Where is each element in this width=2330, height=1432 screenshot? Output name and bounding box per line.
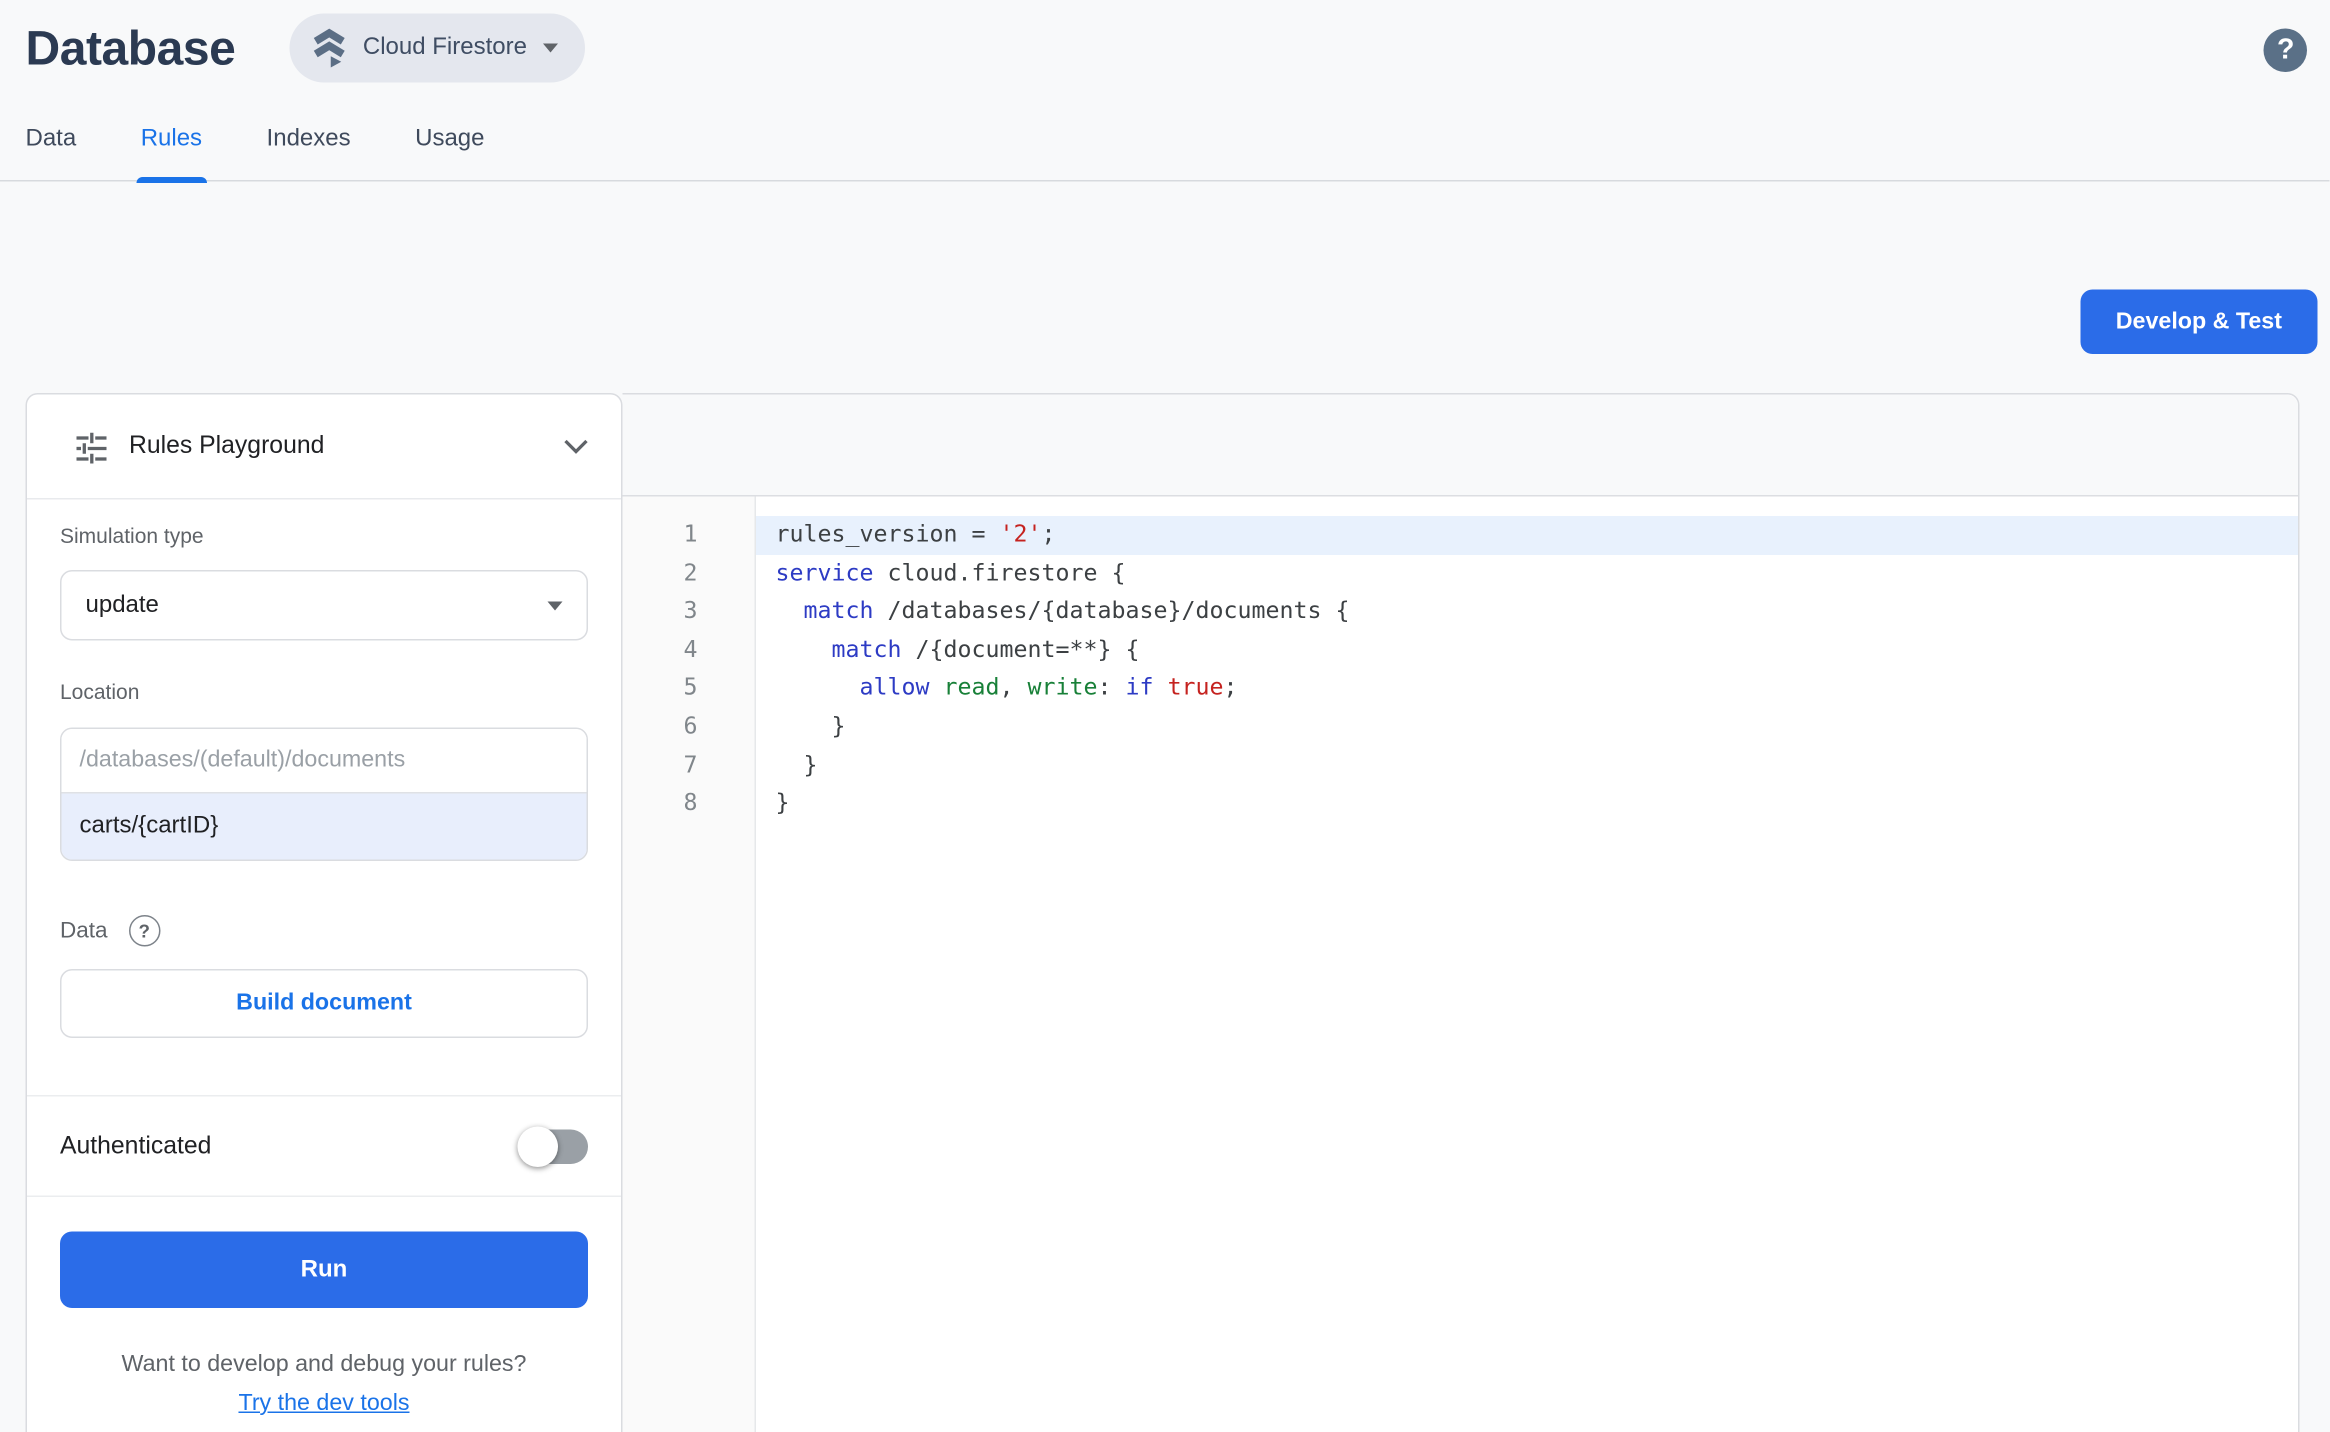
authenticated-label: Authenticated xyxy=(60,1131,212,1159)
toggle-knob xyxy=(517,1125,558,1167)
simulation-type-label: Simulation type xyxy=(60,523,204,548)
line-number: 5 xyxy=(683,674,698,702)
line-number: 2 xyxy=(683,558,698,586)
code-line[interactable]: } xyxy=(756,708,2298,746)
code-line[interactable]: rules_version = '2'; xyxy=(756,516,2299,555)
line-number: 8 xyxy=(683,789,698,817)
location-input[interactable]: carts/{cartID} xyxy=(61,792,587,860)
line-number: 6 xyxy=(683,712,698,740)
page-title: Database xyxy=(25,20,236,75)
chevron-down-icon[interactable] xyxy=(564,439,588,454)
line-number: 7 xyxy=(683,750,698,778)
help-icon[interactable]: ? xyxy=(2263,28,2308,72)
rules-playground-panel: Rules Playground Simulation type update … xyxy=(25,393,623,1432)
location-prefix: /databases/(default)/documents xyxy=(61,729,587,792)
editor-toolbar xyxy=(622,394,2299,497)
product-switcher[interactable]: Cloud Firestore xyxy=(289,13,586,83)
page: Database Cloud Firestore ? Data Rules Inde… xyxy=(0,0,2330,1432)
tab-data[interactable]: Data xyxy=(26,123,77,180)
rules-playground-title: Rules Playground xyxy=(129,432,325,459)
tune-icon xyxy=(75,430,108,463)
code-line[interactable]: allow read, write: if true; xyxy=(756,670,2298,708)
caret-down-icon xyxy=(547,600,563,610)
location-label: Location xyxy=(60,679,140,704)
tab-rules[interactable]: Rules xyxy=(136,123,207,183)
firestore-icon xyxy=(312,27,347,69)
code-line[interactable]: match /databases/{database}/documents { xyxy=(756,593,2298,631)
develop-test-button[interactable]: Develop & Test xyxy=(2079,289,2318,354)
simulation-type-select[interactable]: update xyxy=(60,570,588,641)
tab-bar: Data Rules Indexes Usage xyxy=(0,123,2330,183)
caret-down-icon xyxy=(543,43,559,53)
main-content: Rules Playground Simulation type update … xyxy=(25,393,2330,1432)
line-number-gutter: 1 2 3 4 5 6 7 8 xyxy=(622,496,756,1432)
build-document-button[interactable]: Build document xyxy=(60,969,588,1038)
dev-tools-question: Want to develop and debug your rules? xyxy=(121,1351,527,1378)
location-input-group: /databases/(default)/documents carts/{ca… xyxy=(60,727,588,861)
code-line[interactable]: service cloud.firestore { xyxy=(756,554,2298,592)
line-number: 4 xyxy=(683,635,698,663)
tab-usage[interactable]: Usage xyxy=(415,123,484,180)
product-switcher-label: Cloud Firestore xyxy=(362,34,527,61)
simulation-type-value: update xyxy=(85,591,159,618)
data-label: Data xyxy=(60,918,108,944)
code-line[interactable]: match /{document=**} { xyxy=(756,631,2298,669)
try-dev-tools-link[interactable]: Try the dev tools xyxy=(238,1391,409,1417)
help-circle-icon[interactable]: ? xyxy=(128,915,161,947)
code-line[interactable]: } xyxy=(756,746,2298,784)
code-editor: 1 2 3 4 5 6 7 8 rules_version = '2'; service clo… xyxy=(622,496,2299,1432)
run-button[interactable]: Run xyxy=(60,1231,588,1308)
rules-playground-header[interactable]: Rules Playground xyxy=(27,395,621,500)
page-header: Database Cloud Firestore ? xyxy=(0,0,2330,96)
line-number: 1 xyxy=(683,520,698,548)
rules-editor: 1 2 3 4 5 6 7 8 rules_version = '2'; service clo… xyxy=(622,393,2300,1432)
code-area[interactable]: rules_version = '2'; service cloud.firest… xyxy=(756,497,2299,1432)
code-line[interactable]: } xyxy=(756,785,2298,823)
authenticated-toggle[interactable] xyxy=(517,1125,588,1167)
tab-indexes[interactable]: Indexes xyxy=(267,123,351,180)
line-number: 3 xyxy=(683,597,698,625)
